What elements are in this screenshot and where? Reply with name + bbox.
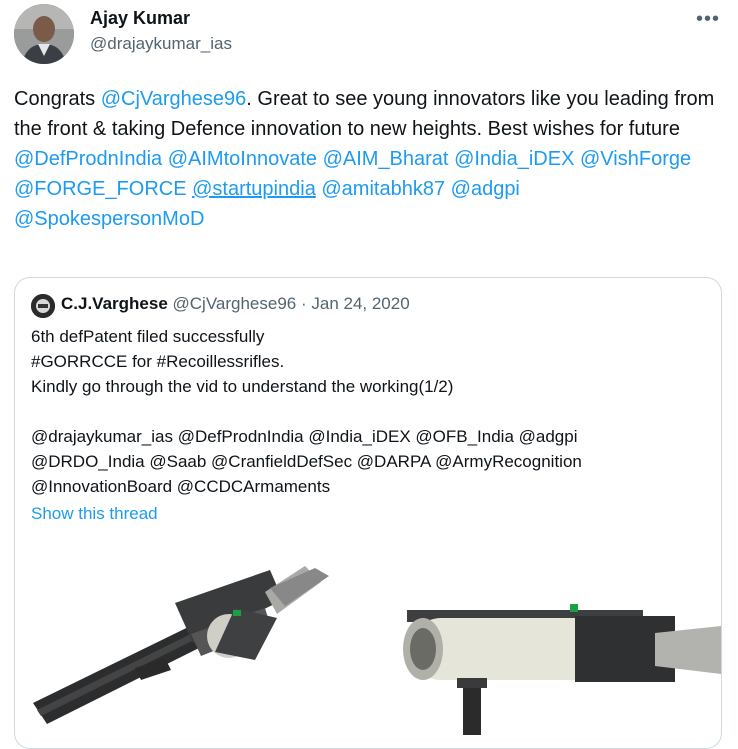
mention-link[interactable]: @adgpi xyxy=(451,178,520,200)
rifle-render-right xyxy=(403,604,721,735)
quoted-line: #GORRCCE for #Recoillessrifles. xyxy=(31,352,285,371)
mention-link[interactable]: @CjVarghese96 xyxy=(101,88,247,110)
quoted-line: @InnovationBoard @CCDCArmaments xyxy=(31,477,331,496)
quoted-line xyxy=(31,399,711,424)
quoted-line: @DRDO_India @Saab @CranfieldDefSec @DARP… xyxy=(31,452,582,471)
author-name[interactable]: Ajay Kumar xyxy=(90,8,190,29)
author-handle[interactable]: @drajaykumar_ias xyxy=(90,34,232,54)
mention-link[interactable]: @startupindia xyxy=(192,178,316,200)
separator-dot: · xyxy=(296,294,312,313)
mention-link[interactable]: @DefProdnIndia xyxy=(14,148,162,170)
mention-link[interactable]: @amitabhk87 xyxy=(321,178,445,200)
quoted-line: 6th defPatent filed successfully xyxy=(31,327,265,346)
quoted-line: @drajaykumar_ias @DefProdnIndia @India_i… xyxy=(31,427,578,446)
quoted-header: C.J.Varghese @CjVarghese96 · Jan 24, 202… xyxy=(61,294,410,314)
show-thread-link[interactable]: Show this thread xyxy=(31,504,158,524)
mention-link[interactable]: @AIM_Bharat xyxy=(323,148,449,170)
tweet-text-part: Congrats xyxy=(14,88,101,110)
mention-link[interactable]: @FORGE_FORCE xyxy=(14,178,187,200)
quoted-date[interactable]: Jan 24, 2020 xyxy=(311,294,409,313)
quoted-author-handle[interactable]: @CjVarghese96 xyxy=(173,294,297,313)
quoted-line: Kindly go through the vid to understand … xyxy=(31,377,454,396)
mention-link[interactable]: @VishForge xyxy=(580,148,691,170)
mention-link[interactable]: @SpokespersonMoD xyxy=(14,208,204,230)
quoted-media[interactable] xyxy=(15,548,721,748)
tweet-text: Congrats @CjVarghese96. Great to see you… xyxy=(14,84,724,234)
quoted-author-avatar[interactable] xyxy=(31,294,55,318)
quoted-author-name[interactable]: C.J.Varghese xyxy=(61,294,168,313)
quoted-tweet[interactable]: C.J.Varghese @CjVarghese96 · Jan 24, 202… xyxy=(14,277,722,749)
rifle-render-left xyxy=(33,566,329,724)
mention-link[interactable]: @India_iDEX xyxy=(454,148,574,170)
author-avatar[interactable] xyxy=(14,4,74,64)
mention-link[interactable]: @AIMtoInnovate xyxy=(168,148,317,170)
more-horizontal-icon[interactable]: ••• xyxy=(696,8,720,31)
quoted-text: 6th defPatent filed successfully #GORRCC… xyxy=(31,324,711,499)
